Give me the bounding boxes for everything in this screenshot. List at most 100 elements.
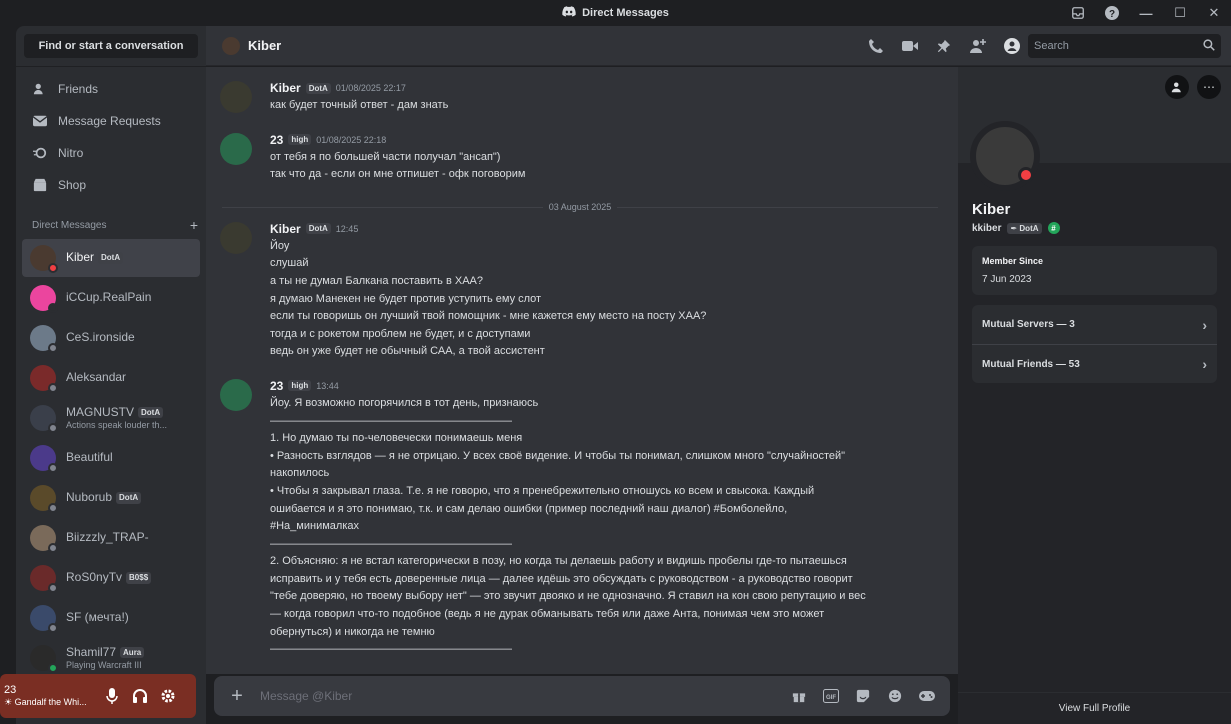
help-icon[interactable]: ? bbox=[1095, 0, 1129, 26]
dm-text: Shamil77 Aura Playing Warcraft III bbox=[66, 644, 145, 670]
dm-item[interactable]: Beautiful bbox=[22, 439, 200, 477]
chevron-right-icon: › bbox=[1202, 356, 1207, 372]
dm-name: Aleksandar bbox=[66, 370, 127, 385]
chat-recipient[interactable]: Kiber bbox=[206, 36, 281, 55]
message-line: 2. Объясняю: я не встал категорически в … bbox=[270, 555, 847, 568]
mutual-friends-row[interactable]: Mutual Friends — 53 › bbox=[972, 344, 1217, 383]
nav-shop[interactable]: Shop bbox=[24, 169, 198, 201]
dm-item[interactable]: CeS.ironside bbox=[22, 319, 200, 357]
nav-nitro[interactable]: Nitro bbox=[24, 137, 198, 169]
dm-avatar bbox=[30, 405, 58, 433]
message-group[interactable]: 23 high 01/08/2025 22:18 от тебя я по больш… bbox=[206, 131, 958, 184]
shop-icon bbox=[32, 177, 48, 193]
dm-item[interactable]: Biizzzly_TRAP- bbox=[22, 519, 200, 557]
envelope-icon bbox=[32, 113, 48, 129]
add-friends-to-dm-icon[interactable] bbox=[969, 37, 987, 55]
member-since-date: 7 Jun 2023 bbox=[982, 274, 1032, 285]
inbox-icon[interactable] bbox=[1061, 0, 1095, 26]
message-line: а ты не думал Балкана поставить в ХАА? bbox=[270, 274, 483, 287]
attach-plus-icon[interactable]: + bbox=[214, 685, 260, 708]
dm-text: SF (мечта!) bbox=[66, 610, 129, 625]
dm-activity: Playing Warcraft III bbox=[66, 659, 142, 670]
message-header: Kiber DotA 01/08/2025 22:17 bbox=[270, 79, 938, 97]
settings-gear-icon[interactable] bbox=[154, 682, 182, 710]
dm-item[interactable]: Shamil77 Aura Playing Warcraft III bbox=[22, 639, 200, 677]
dm-name: RoS0nyTv bbox=[66, 570, 123, 585]
status-indicator-icon bbox=[48, 383, 58, 393]
dnd-status-icon bbox=[1018, 167, 1034, 183]
status-indicator-icon bbox=[48, 623, 58, 633]
dm-name: Kiber bbox=[66, 250, 95, 265]
message-avatar[interactable] bbox=[220, 132, 252, 165]
header-search-input[interactable]: Search bbox=[1028, 34, 1221, 58]
dm-item[interactable]: MAGNUSTV DotA Actions speak louder th... bbox=[22, 399, 200, 437]
emoji-icon[interactable] bbox=[886, 687, 904, 705]
profile-avatar[interactable] bbox=[970, 121, 1040, 191]
dm-name-row: Beautiful bbox=[66, 450, 113, 465]
dm-activity: Actions speak louder th... bbox=[66, 419, 168, 430]
message-input[interactable]: Message @Kiber bbox=[260, 689, 790, 703]
nav-message-requests[interactable]: Message Requests bbox=[24, 105, 198, 137]
headphones-icon[interactable] bbox=[126, 682, 154, 710]
mutual-servers-row[interactable]: Mutual Servers — 3 › bbox=[972, 305, 1217, 344]
message-group[interactable]: 23 high 13:44 Йоу. Я возможно погорячился в… bbox=[206, 377, 958, 659]
voice-call-icon[interactable] bbox=[867, 37, 885, 55]
dm-name: CeS.ironside bbox=[66, 330, 135, 345]
message-line: • Разность взглядов — я не отрицаю. У вс… bbox=[270, 449, 846, 462]
dm-avatar bbox=[30, 245, 58, 273]
message-group[interactable]: Kiber DotA 12:45 Йоу слушай а ты не думал Бал… bbox=[206, 220, 958, 361]
gif-icon[interactable]: GIF bbox=[822, 687, 840, 705]
message-author[interactable]: Kiber bbox=[270, 81, 301, 95]
dm-text: Nuborub DotA bbox=[66, 490, 142, 505]
view-full-profile-link[interactable]: View Full Profile bbox=[958, 692, 1231, 724]
status-indicator-icon bbox=[48, 423, 58, 433]
dm-text: CeS.ironside bbox=[66, 330, 135, 345]
create-dm-plus-icon[interactable]: + bbox=[190, 217, 198, 233]
dm-item[interactable]: RoS0nyTv B0$$ bbox=[22, 559, 200, 597]
dm-item[interactable]: iCCup.RealPain bbox=[22, 279, 200, 317]
message-line: обернуться) и никогда не темню bbox=[270, 625, 435, 638]
dm-section-title: Direct Messages bbox=[32, 219, 107, 231]
video-call-icon[interactable] bbox=[901, 37, 919, 55]
message-composer[interactable]: + Message @Kiber GIF bbox=[214, 676, 950, 716]
message-line: тогда и с рокетом проблем не будет, и с … bbox=[270, 327, 531, 340]
find-conversation-button[interactable]: Find or start a conversation bbox=[24, 34, 198, 58]
more-options-icon[interactable]: ⋯ bbox=[1197, 75, 1221, 99]
add-friend-icon[interactable] bbox=[1165, 75, 1189, 99]
sticker-icon[interactable] bbox=[854, 687, 872, 705]
close-icon[interactable]: ✕ bbox=[1197, 0, 1231, 26]
pinned-messages-icon[interactable] bbox=[935, 37, 953, 55]
activities-gamepad-icon[interactable] bbox=[918, 687, 936, 705]
message-line: "тебе доверяю, но твоему выбору нет" — э… bbox=[270, 590, 866, 603]
dm-section-header: Direct Messages + bbox=[24, 217, 198, 233]
microphone-icon[interactable] bbox=[98, 682, 126, 710]
message-author[interactable]: 23 bbox=[270, 133, 283, 147]
dm-item[interactable]: SF (мечта!) bbox=[22, 599, 200, 637]
dm-name-row: iCCup.RealPain bbox=[66, 290, 151, 305]
maximize-icon[interactable]: ☐ bbox=[1163, 0, 1197, 26]
message-line: #На_минималках bbox=[270, 520, 359, 533]
minimize-icon[interactable]: — bbox=[1129, 0, 1163, 26]
nav-friends[interactable]: Friends bbox=[24, 73, 198, 105]
user-profile-icon[interactable] bbox=[1003, 37, 1021, 55]
dm-avatar bbox=[30, 485, 58, 513]
dm-item[interactable]: Nuborub DotA bbox=[22, 479, 200, 517]
message-timestamp: 01/08/2025 22:17 bbox=[335, 83, 406, 93]
status-indicator-icon bbox=[48, 463, 58, 473]
message-avatar[interactable] bbox=[220, 221, 252, 254]
dm-item[interactable]: Kiber DotA bbox=[22, 239, 200, 277]
dm-name: Shamil77 bbox=[66, 644, 117, 659]
message-avatar[interactable] bbox=[220, 378, 252, 411]
dm-item[interactable]: Aleksandar bbox=[22, 359, 200, 397]
message-avatar[interactable] bbox=[220, 81, 252, 113]
message-author[interactable]: Kiber bbox=[270, 222, 301, 236]
chat-header: Kiber Search bbox=[206, 26, 1231, 66]
message-line: Йоу. Я возможно погорячился в тот день, … bbox=[270, 396, 539, 409]
dm-name-row: Shamil77 Aura bbox=[66, 644, 145, 660]
message-author[interactable]: 23 bbox=[270, 379, 283, 393]
dm-name: MAGNUSTV bbox=[66, 404, 135, 419]
message-line: • Чтобы я закрывал глаза. Т.е. я не гово… bbox=[270, 484, 815, 497]
gift-icon[interactable] bbox=[790, 687, 808, 705]
message-group[interactable]: Kiber DotA 01/08/2025 22:17 как будет точны… bbox=[206, 79, 958, 115]
user-panel-info[interactable]: 23 ☀ Gandalf the Whi... bbox=[4, 684, 98, 708]
